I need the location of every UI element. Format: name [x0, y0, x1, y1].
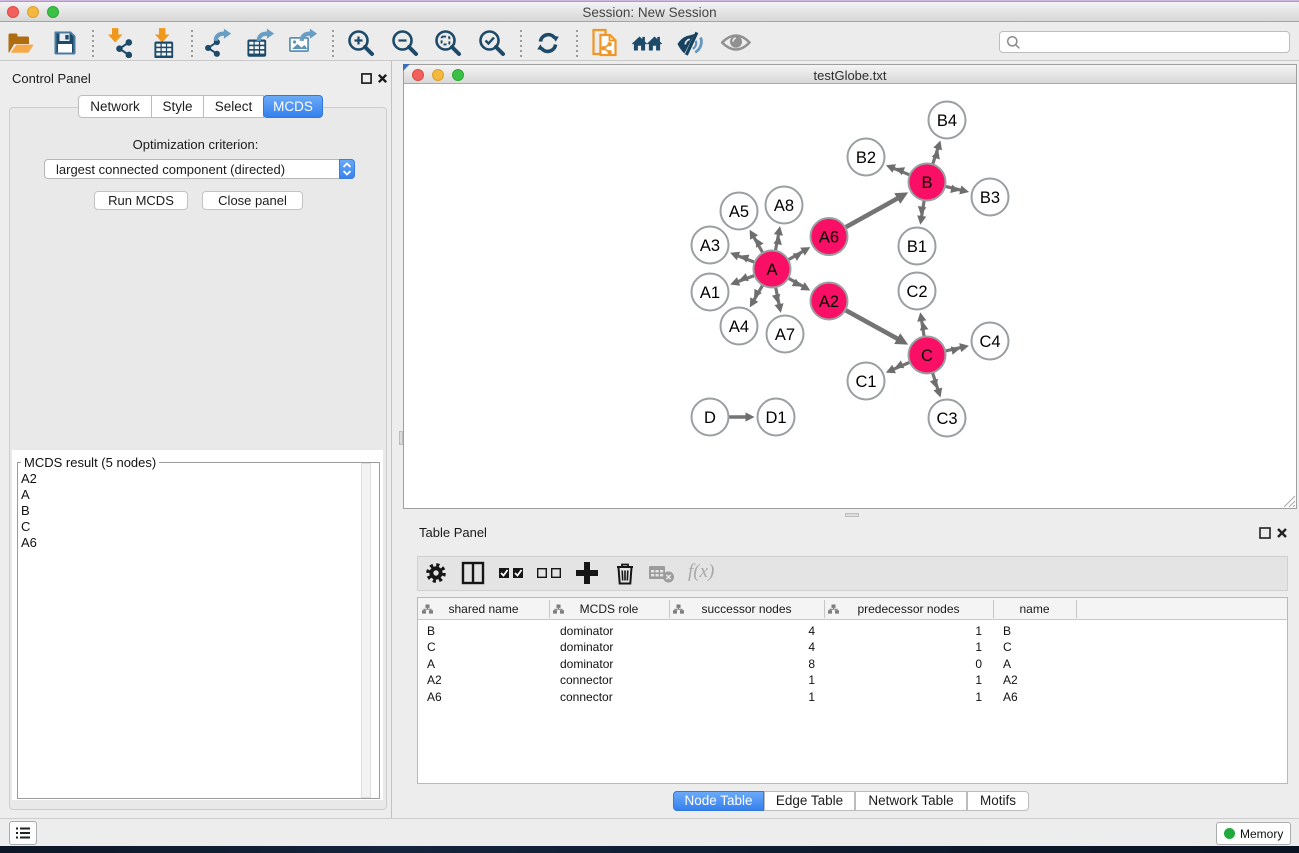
svg-text:B4: B4 — [937, 112, 957, 130]
svg-text:A4: A4 — [729, 318, 749, 336]
svg-text:C4: C4 — [979, 333, 1000, 351]
svg-text:C: C — [921, 347, 933, 365]
svg-text:A8: A8 — [774, 197, 794, 215]
svg-text:B2: B2 — [856, 149, 876, 167]
svg-text:B1: B1 — [907, 238, 927, 256]
svg-text:C1: C1 — [855, 373, 876, 391]
svg-text:B: B — [921, 174, 932, 192]
svg-text:A3: A3 — [700, 237, 720, 255]
svg-text:A6: A6 — [819, 228, 839, 246]
svg-text:A1: A1 — [700, 284, 720, 302]
svg-text:C3: C3 — [936, 410, 957, 428]
svg-text:A: A — [766, 261, 777, 279]
svg-text:D: D — [704, 409, 716, 427]
svg-text:A5: A5 — [729, 203, 749, 221]
svg-text:A2: A2 — [819, 293, 839, 311]
svg-text:D1: D1 — [765, 409, 786, 427]
svg-text:C2: C2 — [906, 283, 927, 301]
svg-text:A7: A7 — [775, 326, 795, 344]
svg-text:B3: B3 — [980, 189, 1000, 207]
